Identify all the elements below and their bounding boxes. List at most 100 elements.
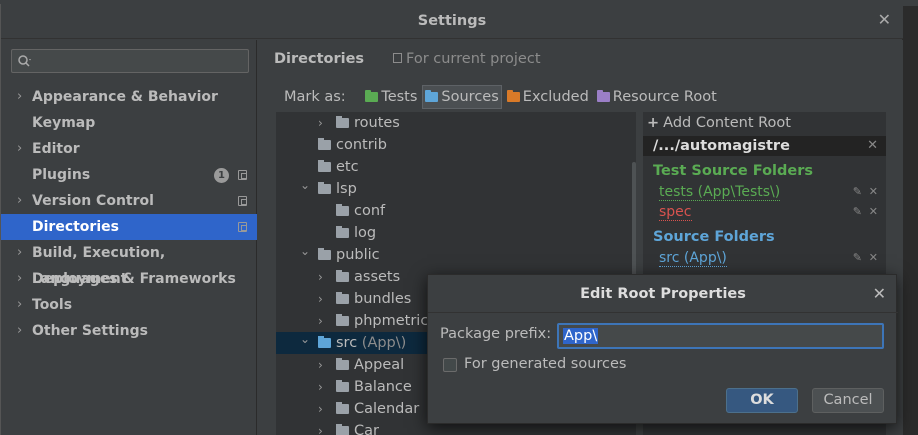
- dialog-title: Edit Root Properties: [428, 275, 898, 313]
- chevron-right-icon[interactable]: ›: [17, 136, 22, 162]
- generated-sources-checkbox[interactable]: [443, 358, 457, 372]
- chevron-down-icon[interactable]: ⌄: [300, 240, 310, 262]
- mark-as-resource-root-button[interactable]: Resource Root: [594, 85, 720, 109]
- tree-node-name: Car: [354, 423, 379, 435]
- root-folder-item[interactable]: spec ✎ ✕: [659, 202, 882, 222]
- chevron-right-icon[interactable]: ›: [17, 318, 22, 344]
- sidebar-item-label: Plugins: [32, 167, 91, 183]
- tree-row-public[interactable]: ⌄ public: [276, 244, 636, 266]
- chevron-right-icon[interactable]: ›: [318, 288, 323, 310]
- folder-icon: [336, 380, 349, 392]
- chevron-right-icon[interactable]: ›: [318, 420, 323, 435]
- tree-node-label: Calendar: [354, 398, 419, 420]
- tree-node-label: etc: [336, 156, 359, 178]
- remove-folder-icon[interactable]: ✕: [869, 202, 878, 222]
- tree-node-label: lsp: [336, 178, 357, 200]
- sidebar-item-label: Appearance & Behavior: [32, 89, 218, 105]
- folder-icon: [336, 270, 349, 282]
- scrollbar-thumb[interactable]: [632, 162, 636, 292]
- folder-icon: [336, 116, 349, 128]
- sidebar-item-directories[interactable]: Directories: [1, 214, 257, 240]
- mark-as-excluded-button[interactable]: Excluded: [504, 85, 592, 109]
- root-folder-label: spec: [659, 204, 692, 221]
- sidebar-item-plugins[interactable]: Plugins 1: [1, 162, 257, 188]
- tree-row-conf[interactable]: conf: [276, 200, 636, 222]
- sources-folder-icon: [425, 90, 439, 102]
- mark-as-sources-button[interactable]: Sources: [422, 85, 502, 109]
- package-prefix-value: App\: [563, 328, 599, 344]
- chevron-right-icon[interactable]: ›: [17, 240, 22, 266]
- sidebar-item-version-control[interactable]: › Version Control: [1, 188, 257, 214]
- mark-as-tests-button[interactable]: Tests: [362, 85, 420, 109]
- excluded-folder-icon: [506, 90, 520, 102]
- sidebar-item-other-settings[interactable]: › Other Settings: [1, 318, 257, 344]
- edit-properties-icon[interactable]: ✎: [853, 202, 862, 222]
- sidebar-item-keymap[interactable]: Keymap: [1, 110, 257, 136]
- tree-row-routes[interactable]: › routes: [276, 112, 636, 134]
- folder-icon: [318, 248, 331, 260]
- chevron-right-icon[interactable]: ›: [17, 84, 22, 110]
- search-icon: [18, 55, 31, 67]
- window-title: Settings: [417, 13, 487, 29]
- tree-row-etc[interactable]: etc: [276, 156, 636, 178]
- project-icon: [393, 53, 402, 63]
- root-folder-item[interactable]: tests (App\Tests\) ✎ ✕: [659, 182, 882, 202]
- tree-row-log[interactable]: log: [276, 222, 636, 244]
- tree-node-name: bundles: [354, 291, 412, 307]
- tree-node-name: contrib: [336, 137, 387, 153]
- edit-properties-icon[interactable]: ✎: [853, 182, 862, 202]
- generated-sources-label[interactable]: For generated sources: [464, 356, 626, 372]
- chevron-right-icon[interactable]: ›: [17, 292, 22, 318]
- resource-root-folder-icon: [596, 90, 610, 102]
- plus-icon: +: [647, 115, 660, 131]
- tree-node-name: phpmetrics: [354, 313, 436, 329]
- mark-as-option-label: Resource Root: [612, 89, 717, 105]
- package-prefix-input[interactable]: App\: [557, 323, 884, 349]
- content-root-path: /.../automagistre ✕: [643, 136, 886, 156]
- search-input[interactable]: [11, 49, 249, 73]
- edit-properties-icon[interactable]: ✎: [853, 248, 862, 268]
- tree-node-label: phpmetrics: [354, 310, 436, 332]
- chevron-right-icon[interactable]: ›: [17, 188, 22, 214]
- chevron-down-icon[interactable]: ⌄: [300, 174, 310, 196]
- root-folder-item[interactable]: src (App\) ✎ ✕: [659, 248, 882, 268]
- remove-root-icon[interactable]: ✕: [867, 136, 878, 156]
- tree-node-name: Balance: [354, 379, 412, 395]
- chevron-right-icon[interactable]: ›: [318, 376, 323, 398]
- tree-node-name: etc: [336, 159, 359, 175]
- root-folder-label: src (App\): [659, 250, 727, 267]
- close-icon[interactable]: ✕: [878, 10, 891, 29]
- ok-button[interactable]: OK: [726, 388, 798, 413]
- chevron-down-icon[interactable]: ⌄: [300, 328, 310, 350]
- remove-folder-icon[interactable]: ✕: [869, 248, 878, 268]
- remove-folder-icon[interactable]: ✕: [869, 182, 878, 202]
- sidebar-item-label: Languages & Frameworks: [32, 271, 236, 287]
- cancel-button[interactable]: Cancel: [812, 388, 884, 413]
- chevron-right-icon[interactable]: ›: [318, 354, 323, 376]
- sidebar-item-tools[interactable]: › Tools: [1, 292, 257, 318]
- sidebar-item-build-execution-deployment[interactable]: › Build, Execution, Deployment: [1, 240, 257, 287]
- sidebar-item-editor[interactable]: › Editor: [1, 136, 257, 162]
- chevron-right-icon[interactable]: ›: [318, 398, 323, 420]
- folder-icon: [336, 314, 349, 326]
- chevron-right-icon[interactable]: ›: [318, 310, 323, 332]
- tree-row-lsp[interactable]: ⌄ lsp: [276, 178, 636, 200]
- project-scope-icon: [238, 222, 247, 232]
- tree-node-name: src: [336, 335, 358, 351]
- add-content-root-button[interactable]: + Add Content Root: [647, 112, 791, 134]
- sidebar-item-appearance-behavior[interactable]: › Appearance & Behavior: [1, 84, 257, 110]
- chevron-right-icon[interactable]: ›: [318, 266, 323, 288]
- project-scope-icon: [238, 196, 247, 206]
- tree-node-label: Appeal: [354, 354, 404, 376]
- tree-node-name: conf: [354, 203, 386, 219]
- tree-row-contrib[interactable]: contrib: [276, 134, 636, 156]
- chevron-right-icon[interactable]: ›: [318, 112, 323, 134]
- sidebar-item-languages-frameworks[interactable]: › Languages & Frameworks: [1, 266, 257, 292]
- dialog-close-icon[interactable]: ✕: [873, 275, 886, 313]
- tree-node-label: Balance: [354, 376, 412, 398]
- chevron-right-icon[interactable]: ›: [17, 266, 22, 292]
- folder-icon: [336, 424, 349, 435]
- sidebar-item-label: Editor: [32, 141, 80, 157]
- tree-node-name: Appeal: [354, 357, 405, 373]
- tree-node-label: src (App\): [336, 332, 406, 354]
